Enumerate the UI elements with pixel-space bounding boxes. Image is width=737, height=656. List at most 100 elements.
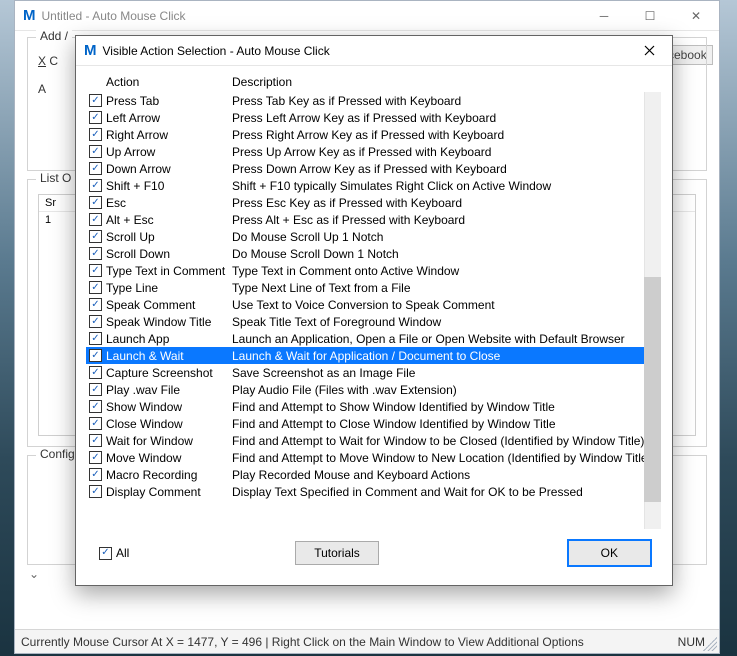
action-row[interactable]: ✓ Shift + F10Shift + F10 typically Simula… (86, 177, 661, 194)
action-name: Press Tab (106, 94, 232, 108)
scrollbar-thumb[interactable] (644, 277, 661, 502)
action-list[interactable]: ✓Press TabPress Tab Key as if Pressed wi… (86, 92, 662, 529)
check-icon[interactable]: ✓ (89, 366, 102, 379)
status-bar: Currently Mouse Cursor At X = 1477, Y = … (15, 629, 719, 653)
check-icon[interactable]: ✓ (89, 451, 102, 464)
action-row[interactable]: ✓Press TabPress Tab Key as if Pressed wi… (86, 92, 661, 109)
modal-close-button[interactable] (626, 36, 672, 66)
action-name: Speak Comment (106, 298, 232, 312)
action-selection-dialog: M Visible Action Selection - Auto Mouse … (75, 35, 673, 586)
modal-title: Visible Action Selection - Auto Mouse Cl… (103, 44, 330, 58)
action-description: Type Text in Comment onto Active Window (232, 264, 644, 278)
action-row[interactable]: ✓Display CommentDisplay Text Specified i… (86, 483, 661, 500)
action-row[interactable]: ✓Macro RecordingPlay Recorded Mouse and … (86, 466, 661, 483)
check-icon[interactable]: ✓ (89, 179, 102, 192)
col-sr: Sr (39, 195, 77, 211)
action-row[interactable]: ✓Capture ScreenshotSave Screenshot as an… (86, 364, 661, 381)
action-row[interactable]: ✓Scroll UpDo Mouse Scroll Up 1 Notch (86, 228, 661, 245)
check-icon[interactable]: ✓ (89, 315, 102, 328)
ok-button[interactable]: OK (567, 539, 652, 567)
action-row[interactable]: ✓ Speak CommentUse Text to Voice Conversi… (86, 296, 661, 313)
check-icon[interactable]: ✓ (89, 417, 102, 430)
action-name: Launch & Wait (106, 349, 232, 363)
close-button[interactable]: ✕ (673, 1, 719, 31)
action-row[interactable]: ✓Scroll DownDo Mouse Scroll Down 1 Notch (86, 245, 661, 262)
check-icon[interactable]: ✓ (89, 111, 102, 124)
action-row[interactable]: ✓Move WindowFind and Attempt to Move Win… (86, 449, 661, 466)
action-name: Capture Screenshot (106, 366, 232, 380)
action-description: Press Up Arrow Key as if Pressed with Ke… (232, 145, 644, 159)
action-name: Up Arrow (106, 145, 232, 159)
action-name: Speak Window Title (106, 315, 232, 329)
col-action[interactable]: Action (106, 75, 232, 89)
check-icon[interactable]: ✓ (89, 298, 102, 311)
maximize-button[interactable]: ☐ (627, 1, 673, 31)
minimize-button[interactable]: ─ (581, 1, 627, 31)
action-row[interactable]: ✓ Show WindowFind and Attempt to Show Win… (86, 398, 661, 415)
app-icon: M (23, 7, 36, 24)
action-row[interactable]: ✓Close WindowFind and Attempt to Close W… (86, 415, 661, 432)
action-row[interactable]: ✓Play .wav FilePlay Audio File (Files wi… (86, 381, 661, 398)
check-icon[interactable]: ✓ (89, 485, 102, 498)
tutorials-button[interactable]: Tutorials (295, 541, 379, 565)
cell-sr: 1 (39, 212, 77, 228)
action-row[interactable]: ✓ Type Text in CommentType Text in Commen… (86, 262, 661, 279)
action-row[interactable]: ✓Down ArrowPress Down Arrow Key as if Pr… (86, 160, 661, 177)
action-description: Play Audio File (Files with .wav Extensi… (232, 383, 644, 397)
status-text: Currently Mouse Cursor At X = 1477, Y = … (21, 635, 584, 649)
check-icon[interactable]: ✓ (89, 383, 102, 396)
check-icon[interactable]: ✓ (89, 332, 102, 345)
modal-titlebar[interactable]: M Visible Action Selection - Auto Mouse … (76, 36, 672, 66)
check-icon[interactable]: ✓ (89, 281, 102, 294)
action-row[interactable]: ✓Wait for WindowFind and Attempt to Wait… (86, 432, 661, 449)
action-row[interactable]: ✓ Right ArrowPress Right Arrow Key as if … (86, 126, 661, 143)
sys-buttons: ─ ☐ ✕ (581, 1, 719, 31)
action-name: Scroll Down (106, 247, 232, 261)
resize-grip-icon[interactable] (703, 637, 717, 651)
action-description: Shift + F10 typically Simulates Right Cl… (232, 179, 644, 193)
action-description: Use Text to Voice Conversion to Speak Co… (232, 298, 644, 312)
action-row[interactable]: ✓EscPress Esc Key as if Pressed with Key… (86, 194, 661, 211)
check-icon[interactable]: ✓ (89, 349, 102, 362)
action-name: Right Arrow (106, 128, 232, 142)
action-name: Shift + F10 (106, 179, 232, 193)
action-description: Launch & Wait for Application / Document… (232, 349, 644, 363)
check-icon[interactable]: ✓ (89, 247, 102, 260)
col-description[interactable]: Description (232, 75, 292, 89)
action-row[interactable]: ✓Alt + EscPress Alt + Esc as if Pressed … (86, 211, 661, 228)
action-description: Press Right Arrow Key as if Pressed with… (232, 128, 644, 142)
action-row[interactable]: ✓Speak Window TitleSpeak Title Text of F… (86, 313, 661, 330)
check-icon[interactable]: ✓ (89, 213, 102, 226)
group-config-title: Config (36, 447, 79, 461)
modal-footer: ✓ All Tutorials OK (86, 529, 662, 579)
main-title: Untitled - Auto Mouse Click (42, 9, 186, 23)
check-icon[interactable]: ✓ (89, 145, 102, 158)
action-description: Press Alt + Esc as if Pressed with Keybo… (232, 213, 644, 227)
action-description: Find and Attempt to Show Window Identifi… (232, 400, 644, 414)
group-add-title: Add / (36, 29, 72, 43)
action-description: Press Down Arrow Key as if Pressed with … (232, 162, 644, 176)
action-name: Type Text in Comment (106, 264, 232, 278)
check-icon[interactable]: ✓ (89, 94, 102, 107)
check-icon[interactable]: ✓ (89, 468, 102, 481)
check-icon[interactable]: ✓ (89, 128, 102, 141)
check-icon: ✓ (99, 547, 112, 560)
action-row[interactable]: ✓Launch AppLaunch an Application, Open a… (86, 330, 661, 347)
check-icon[interactable]: ✓ (89, 434, 102, 447)
action-row[interactable]: ✓ Up ArrowPress Up Arrow Key as if Presse… (86, 143, 661, 160)
action-description: Do Mouse Scroll Up 1 Notch (232, 230, 644, 244)
action-row[interactable]: ✓ Launch & WaitLaunch & Wait for Applicat… (86, 347, 661, 364)
check-icon[interactable]: ✓ (89, 230, 102, 243)
check-icon[interactable]: ✓ (89, 196, 102, 209)
all-label: All (116, 546, 129, 560)
action-row[interactable]: ✓Left ArrowPress Left Arrow Key as if Pr… (86, 109, 661, 126)
all-checkbox[interactable]: ✓ All (96, 546, 129, 560)
action-name: Show Window (106, 400, 232, 414)
check-icon[interactable]: ✓ (89, 400, 102, 413)
check-icon[interactable]: ✓ (89, 162, 102, 175)
scrollbar-track[interactable] (644, 92, 661, 529)
action-row[interactable]: ✓Type LineType Next Line of Text from a … (86, 279, 661, 296)
check-icon[interactable]: ✓ (89, 264, 102, 277)
group-list-title: List O (36, 171, 75, 185)
main-titlebar[interactable]: M Untitled - Auto Mouse Click ─ ☐ ✕ (15, 1, 719, 31)
